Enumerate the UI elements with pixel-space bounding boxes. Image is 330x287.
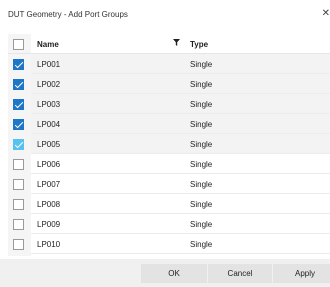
- row-type: Single: [190, 100, 213, 109]
- row-name: LP009: [37, 220, 61, 229]
- table-row[interactable]: LP006 Single: [31, 154, 330, 174]
- table-row[interactable]: LP005 Single: [31, 134, 330, 154]
- close-icon[interactable]: ✕: [320, 8, 330, 20]
- cancel-button[interactable]: Cancel: [208, 264, 272, 283]
- row-name: LP007: [37, 180, 61, 189]
- row-name: LP010: [37, 240, 61, 249]
- row-checkbox[interactable]: [13, 219, 24, 230]
- select-all-checkbox[interactable]: [13, 39, 24, 50]
- dialog-title: DUT Geometry - Add Port Groups: [8, 10, 128, 19]
- row-name: LP003: [37, 100, 61, 109]
- row-name: LP002: [37, 80, 61, 89]
- row-type: Single: [190, 160, 213, 169]
- table-row[interactable]: LP003 Single: [31, 94, 330, 114]
- row-checkbox[interactable]: [13, 199, 24, 210]
- dialog-footer: OK Cancel Apply: [0, 259, 330, 287]
- row-checkbox[interactable]: [13, 239, 24, 250]
- row-checkbox[interactable]: [13, 119, 24, 130]
- row-checkbox[interactable]: [13, 159, 24, 170]
- row-checkbox[interactable]: [13, 59, 24, 70]
- row-checkbox[interactable]: [13, 99, 24, 110]
- table-row[interactable]: LP004 Single: [31, 114, 330, 134]
- table-row[interactable]: LP001 Single: [31, 54, 330, 74]
- row-type: Single: [190, 120, 213, 129]
- row-type: Single: [190, 140, 213, 149]
- table-row[interactable]: LP007 Single: [31, 174, 330, 194]
- row-type: Single: [190, 180, 213, 189]
- apply-button[interactable]: Apply: [273, 264, 330, 283]
- row-checkbox[interactable]: [13, 139, 24, 150]
- row-type: Single: [190, 60, 213, 69]
- row-type: Single: [190, 200, 213, 209]
- row-type: Single: [190, 80, 213, 89]
- row-type: Single: [190, 240, 213, 249]
- grid-header: Name Type: [8, 34, 330, 54]
- row-name: LP004: [37, 120, 61, 129]
- dialog-titlebar: DUT Geometry - Add Port Groups ✕: [0, 0, 330, 30]
- table-row[interactable]: LP002 Single: [31, 74, 330, 94]
- row-name: LP001: [37, 60, 61, 69]
- filter-icon[interactable]: [173, 39, 180, 48]
- column-header-name[interactable]: Name: [37, 40, 59, 49]
- table-row[interactable]: LP008 Single: [31, 194, 330, 214]
- row-name: LP006: [37, 160, 61, 169]
- port-groups-grid: Name Type LP001 Single LP002 Single LP003 Sin…: [8, 34, 330, 256]
- ok-button[interactable]: OK: [141, 264, 207, 283]
- row-name: LP005: [37, 140, 61, 149]
- row-checkbox[interactable]: [13, 179, 24, 190]
- row-checkbox[interactable]: [13, 79, 24, 90]
- table-row[interactable]: LP009 Single: [31, 214, 330, 234]
- row-type: Single: [190, 220, 213, 229]
- table-row[interactable]: LP010 Single: [31, 234, 330, 254]
- row-name: LP008: [37, 200, 61, 209]
- column-header-type[interactable]: Type: [190, 40, 208, 49]
